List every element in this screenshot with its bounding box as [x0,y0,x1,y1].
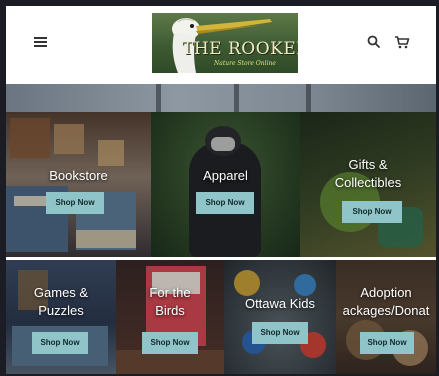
tile-title-birds-line1: For the [149,285,191,300]
tile-title-apparel: Apparel [203,168,248,183]
tile-title-gifts-line2: Collectibles [334,175,402,190]
logo-subtitle: Nature Store Online [214,60,276,67]
category-tile-apparel[interactable]: Apparel Shop Now [151,112,300,257]
hamburger-menu-icon[interactable] [34,36,50,48]
store-logo[interactable]: THE ROOKERY Nature Store Online [152,13,298,73]
shop-now-button-games[interactable]: Shop Now [32,332,88,354]
tile-title-adoption-line2: ackages/Donat [342,303,430,318]
cart-icon[interactable] [394,34,410,50]
tile-title-games-line1: Games & [33,285,89,300]
shop-now-button-birds[interactable]: Shop Now [142,332,198,354]
site-header: THE ROOKERY Nature Store Online [6,6,436,84]
shop-now-button-bookstore[interactable]: Shop Now [46,192,104,214]
tile-title-gifts-line1: Gifts & [348,157,388,172]
category-tile-gifts-collectibles[interactable]: Gifts & Collectibles Shop Now [300,112,436,257]
tile-title-adoption-line1: Adoption [360,285,412,300]
tile-title-bookstore: Bookstore [49,168,108,183]
tile-title-ottawa-kids: Ottawa Kids [244,296,316,311]
category-tile-adoption[interactable]: Adoption ackages/Donat Shop Now [336,260,436,374]
logo-title: THE ROOKERY [182,39,298,59]
tile-title-games: Games & Puzzles [6,284,116,320]
tile-title-birds-line2: Birds [155,303,185,318]
category-tile-for-the-birds[interactable]: For the Birds Shop Now [116,260,224,374]
category-tile-bookstore[interactable]: Bookstore Shop Now [6,112,151,257]
category-tile-games-puzzles[interactable]: Games & Puzzles Shop Now [6,260,116,374]
category-tile-ottawa-kids[interactable]: Ottawa Kids Shop Now [224,260,336,374]
shop-now-button-ottawa-kids[interactable]: Shop Now [252,322,308,344]
hero-banner-strip [6,84,436,112]
shop-now-button-gifts[interactable]: Shop Now [342,201,402,223]
page-frame: THE ROOKERY Nature Store Online [6,6,436,374]
shop-now-button-apparel[interactable]: Shop Now [196,192,254,214]
search-icon[interactable] [366,34,382,50]
tile-title-games-line2: Puzzles [38,303,84,318]
tile-title-birds: For the Birds [116,284,224,320]
tile-title-adoption: Adoption ackages/Donat [336,284,436,320]
shop-now-button-adoption[interactable]: Shop Now [360,332,414,354]
tile-title-gifts: Gifts & Collectibles [300,156,436,192]
